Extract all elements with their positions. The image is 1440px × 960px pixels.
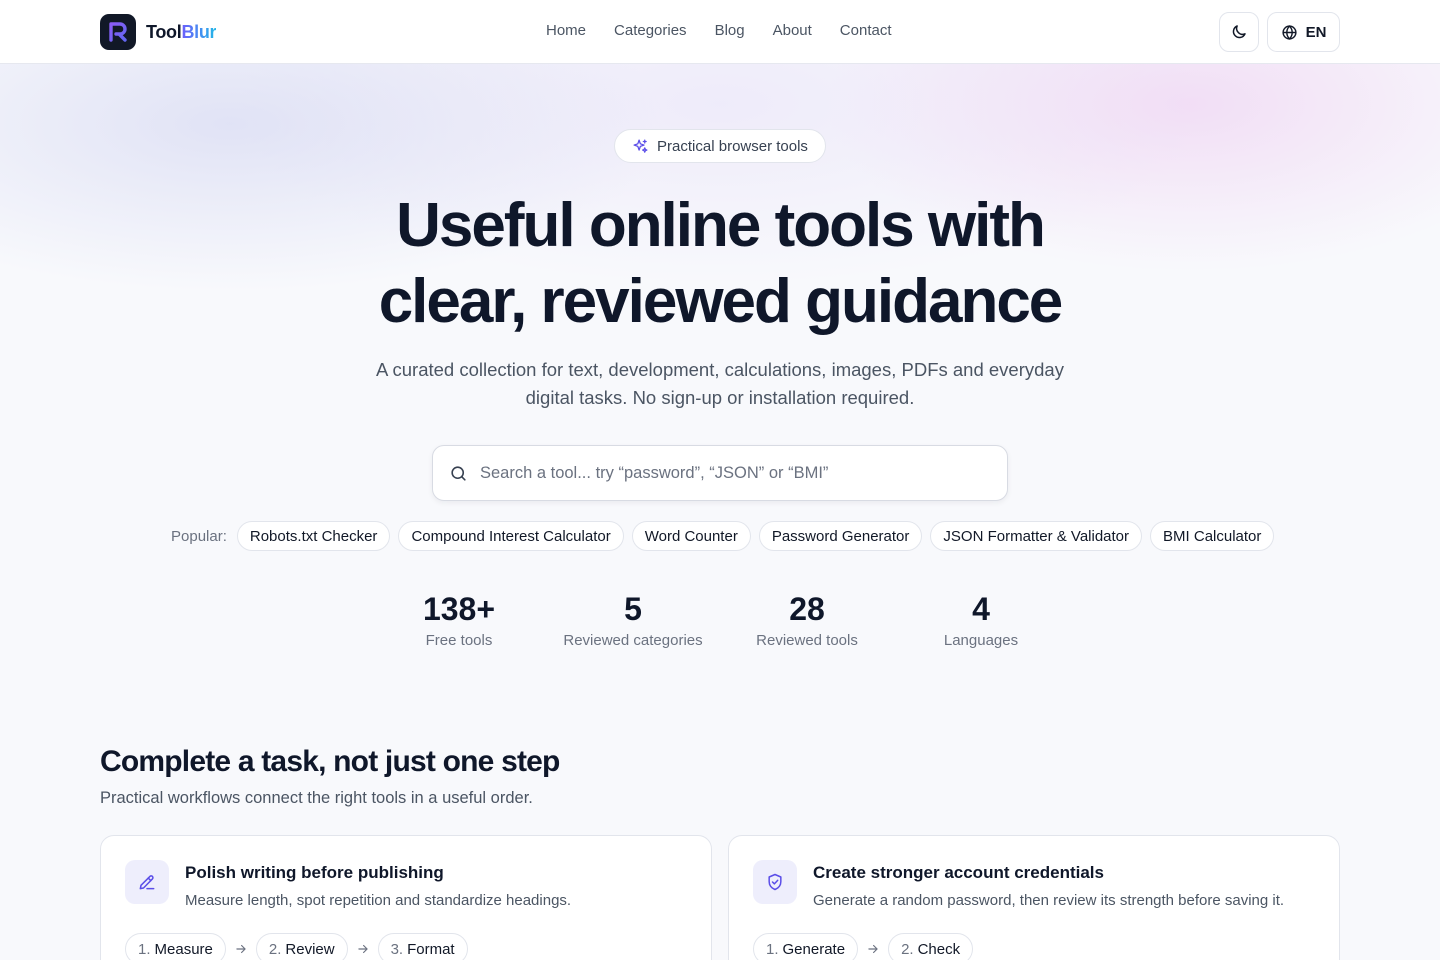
search-input[interactable] [480,463,980,483]
step-number: 1. [138,940,151,958]
popular-chip-bmi-calculator[interactable]: BMI Calculator [1150,521,1275,551]
sparkles-icon [633,138,648,153]
arrow-right-icon [234,942,248,956]
step-number: 1. [766,940,779,958]
step-number: 2. [268,940,282,958]
hero-title-line-2: clear, reviewed guidance [378,267,1064,336]
step-format[interactable]: 3. Format [377,933,468,960]
nav-blog[interactable]: Blog [715,22,745,39]
stat-languages: 4 Languages [894,590,1068,649]
workflow-card-credentials[interactable]: Create stronger account credentials Gene… [728,835,1340,960]
step-measure[interactable]: 1. Measure [125,933,226,960]
stat-label: Reviewed categories [563,632,703,649]
card-description: Generate a random password, then review … [813,892,1285,909]
brand-name: ToolBlur [146,21,217,43]
step-label: Check [917,940,961,958]
stat-reviewed-categories: 5 Reviewed categories [546,590,720,649]
brand-name-left: Tool [146,21,182,42]
popular-chip-compound-interest-calculator[interactable]: Compound Interest Calculator [398,521,624,551]
workflow-card-writing[interactable]: Polish writing before publishing Measure… [100,835,712,960]
stat-label: Free tools [425,632,493,649]
theme-toggle-button[interactable] [1219,12,1259,52]
popular-chip-password-generator[interactable]: Password Generator [758,521,923,551]
hero-subtitle: A curated collection for text, developme… [376,359,1064,408]
nav-categories[interactable]: Categories [614,22,687,39]
arrow-right-icon [866,942,880,956]
hero-badge-label: Practical browser tools [657,137,808,155]
step-number: 2. [901,940,914,958]
step-check[interactable]: 2. Check [888,933,974,960]
brand-name-right: Blur [181,21,217,42]
workflows-subtitle: Practical workflows connect the right to… [100,789,533,807]
nav-home[interactable]: Home [546,22,586,39]
hero-title-line-1: Useful online tools with [396,191,1046,260]
stat-label: Languages [943,632,1019,649]
popular-tools: Popular: Robots.txt Checker Compound Int… [171,521,1275,551]
popular-label: Popular: [171,527,227,545]
stats-row: 138+ Free tools 5 Reviewed categories 28… [372,590,1068,649]
card-title: Polish writing before publishing [185,863,444,882]
popular-chip-word-counter[interactable]: Word Counter [631,521,751,551]
shield-check-icon [768,873,782,891]
arrow-right-icon [356,942,370,956]
workflow-steps: 1. Measure 2. Review 3. Format [125,933,468,960]
language-label: EN [1305,23,1327,41]
stat-value: 5 [624,591,642,627]
main-content: Practical browser tools Useful online to… [0,0,1440,960]
step-label: Format [407,940,455,958]
globe-icon [1281,24,1297,40]
stat-free-tools: 138+ Free tools [372,590,546,649]
nav-about[interactable]: About [773,22,812,39]
logo-mark-icon [100,14,136,50]
step-review[interactable]: 2. Review [255,933,348,960]
pencil-icon [139,875,155,890]
popular-chip-json-formatter[interactable]: JSON Formatter & Validator [930,521,1143,551]
step-label: Generate [782,940,846,958]
step-number: 3. [390,940,404,958]
main-nav: Home Categories Blog About Contact [546,22,892,39]
top-navigation-bar: ToolBlur Home Categories Blog About Cont… [0,0,1440,64]
hero-title: Useful online tools with clear, reviewed… [220,188,1220,340]
language-selector-button[interactable]: EN [1267,12,1340,52]
moon-icon [1232,25,1246,39]
search-icon [451,465,466,481]
card-icon-container [125,860,169,904]
stat-value: 138+ [422,591,496,627]
brand-logo[interactable]: ToolBlur [100,14,217,50]
step-label: Measure [154,940,213,958]
card-description: Measure length, spot repetition and stan… [185,892,572,909]
workflows-title: Complete a task, not just one step [100,745,560,778]
tool-search-box[interactable] [432,445,1008,501]
step-generate[interactable]: 1. Generate [753,933,859,960]
nav-contact[interactable]: Contact [840,22,892,39]
popular-chip-robots-txt-checker[interactable]: Robots.txt Checker [236,521,391,551]
step-label: Review [285,940,335,958]
card-icon-container [753,860,797,904]
stat-value: 4 [972,591,990,627]
workflow-steps: 1. Generate 2. Check [753,933,974,960]
stat-value: 28 [789,591,825,627]
hero-badge: Practical browser tools [614,129,826,163]
stat-label: Reviewed tools [756,632,858,649]
card-title: Create stronger account credentials [813,863,1104,882]
stat-reviewed-tools: 28 Reviewed tools [720,590,894,649]
